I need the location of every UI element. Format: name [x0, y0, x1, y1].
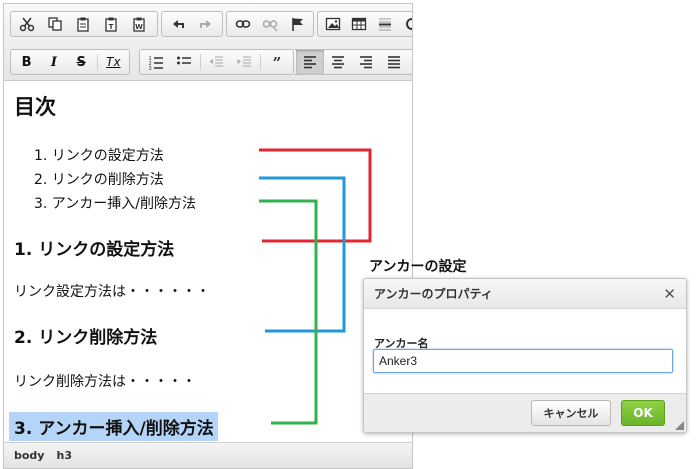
special-char-icon[interactable] — [398, 12, 412, 36]
blockquote-icon[interactable]: ” — [263, 50, 291, 74]
dialog-title: アンカーのプロパティ — [364, 279, 686, 309]
anchor-icon[interactable] — [284, 12, 311, 36]
remove-format-button[interactable]: Tx — [100, 50, 127, 74]
paste-icon[interactable] — [69, 12, 97, 36]
clipboard-group: T W — [10, 11, 158, 37]
svg-text:3: 3 — [148, 66, 151, 70]
ok-button[interactable]: OK — [621, 400, 665, 426]
dialog-footer: キャンセル OK — [364, 393, 686, 432]
bold-button[interactable]: B — [13, 50, 40, 74]
italic-button[interactable]: I — [40, 50, 67, 74]
section-body-2: リンク削除方法は・・・・・ — [14, 374, 196, 390]
insert-group — [317, 11, 412, 37]
element-path-bar: body h3 — [4, 442, 412, 468]
toolbar: T W B I S Tx 123 ” — [4, 4, 412, 81]
redo-icon[interactable] — [192, 12, 220, 36]
paste-word-icon[interactable]: W — [125, 12, 153, 36]
svg-text:T: T — [109, 23, 114, 31]
toc-item-3: 3. アンカー挿入/削除方法 — [34, 196, 196, 212]
link-icon[interactable] — [229, 12, 256, 36]
align-right-icon[interactable] — [352, 50, 380, 74]
history-group — [161, 11, 223, 37]
indent-icon[interactable] — [230, 50, 258, 74]
toc-item-1: 1. リンクの設定方法 — [34, 148, 164, 164]
paste-text-icon[interactable]: T — [97, 12, 125, 36]
path-item-body[interactable]: body — [14, 449, 44, 462]
numbered-list-icon[interactable]: 123 — [142, 50, 170, 74]
copy-icon[interactable] — [41, 12, 69, 36]
align-group — [294, 49, 412, 75]
unlink-icon[interactable] — [256, 12, 283, 36]
image-icon[interactable] — [320, 12, 346, 36]
path-item-h3[interactable]: h3 — [56, 449, 72, 462]
list-group: 123 ” — [139, 49, 294, 75]
section-heading-2: 2. リンク削除方法 — [14, 328, 158, 348]
page-title: 目次 — [14, 95, 56, 119]
editor: T W B I S Tx 123 ” 目次 1. リンクの設定方法 2. リンク… — [3, 3, 413, 469]
annotation-caption: アンカーの設定 — [369, 259, 467, 275]
align-justify-icon[interactable] — [380, 50, 408, 74]
align-left-icon[interactable] — [296, 50, 324, 74]
svg-text:W: W — [135, 23, 143, 31]
toc-item-2: 2. リンクの削除方法 — [34, 172, 164, 188]
section-heading-1: 1. リンクの設定方法 — [14, 240, 175, 260]
cut-icon[interactable] — [13, 12, 41, 36]
anchor-properties-dialog: アンカーのプロパティ ✕ アンカー名 キャンセル OK — [363, 278, 687, 433]
strikethrough-button[interactable]: S — [68, 50, 95, 74]
bulleted-list-icon[interactable] — [170, 50, 198, 74]
divider — [199, 54, 201, 70]
cancel-button[interactable]: キャンセル — [531, 400, 611, 426]
outdent-icon[interactable] — [203, 50, 231, 74]
anchor-name-input[interactable] — [373, 349, 673, 373]
horizontal-line-icon[interactable] — [372, 12, 398, 36]
divider — [260, 54, 262, 70]
section-body-1: リンク設定方法は・・・・・・ — [14, 284, 210, 300]
align-center-icon[interactable] — [324, 50, 352, 74]
table-icon[interactable] — [346, 12, 372, 36]
format-group: B I S Tx — [10, 49, 130, 75]
close-icon[interactable]: ✕ — [663, 285, 676, 303]
resize-handle[interactable] — [675, 421, 684, 430]
section-heading-3-selected: 3. アンカー挿入/削除方法 — [9, 412, 218, 441]
link-group — [226, 11, 314, 37]
divider — [96, 54, 98, 70]
undo-icon[interactable] — [164, 12, 192, 36]
editor-content[interactable]: 目次 1. リンクの設定方法 2. リンクの削除方法 3. アンカー挿入/削除方… — [4, 81, 412, 441]
svg-text:”: ” — [273, 54, 282, 70]
